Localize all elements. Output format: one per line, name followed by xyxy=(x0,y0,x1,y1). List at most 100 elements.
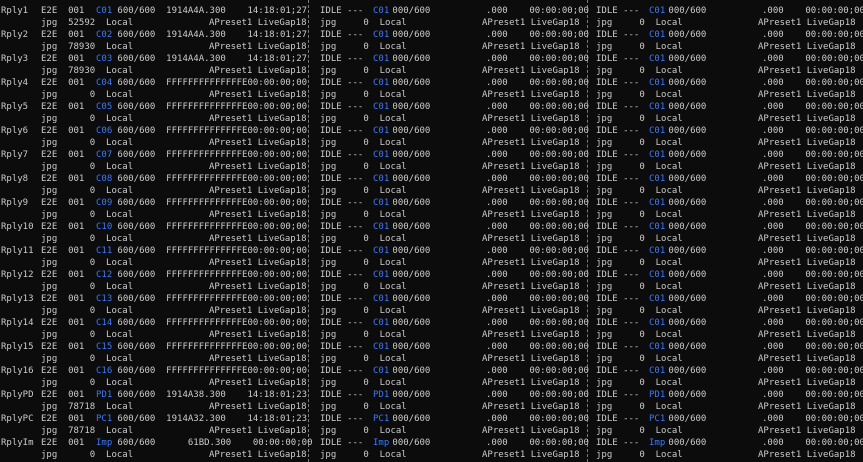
panel3-progress: 000/600 xyxy=(663,30,707,40)
panel3-timecode: .000 00:00:00;00 xyxy=(762,294,863,304)
panel1-status: E2E 001 xyxy=(41,294,96,304)
panel3-preset: APreset1 LiveGap18 xyxy=(758,210,856,220)
panel1-progress: 600/600 1914A4A.300 14:18:01;27 xyxy=(112,54,308,64)
panel3-progress: 000/600 xyxy=(663,318,707,328)
status-line: Rply16 E2E 001 C16 600/600 FFFFFFFFFFFFFF… xyxy=(0,365,863,377)
panel2-preset: APreset1 LiveGap18 xyxy=(482,18,580,28)
panel3-status: IDLE --- xyxy=(596,174,651,184)
panel3-progress: 000/600 xyxy=(663,198,707,208)
panel1-progress: 600/600 FFFFFFFFFFFFFFE00:00:00;00 xyxy=(112,342,308,352)
detail-line: jpg 78718 Local APreset1 LiveGap18 jpg 0 … xyxy=(0,425,863,437)
panel1-detail: jpg 0 Local APreset1 LiveGap18 xyxy=(41,162,307,172)
panel2-status: IDLE --- xyxy=(320,318,375,328)
panel3-timecode: .000 00:00:00;00 xyxy=(762,342,863,352)
panel3-timecode: .000 00:00:00;00 xyxy=(762,198,863,208)
panel2-progress: 000/600 xyxy=(387,294,431,304)
panel2-detail: jpg 0 Local xyxy=(320,114,407,124)
panel1-detail: jpg 0 Local APreset1 LiveGap18 xyxy=(41,90,307,100)
panel2-detail: jpg 0 Local xyxy=(320,402,407,412)
panel2-detail: jpg 0 Local xyxy=(320,42,407,52)
status-line: Rply2 E2E 001 C02 600/600 1914A4A.300 14:… xyxy=(0,29,863,41)
panel3-status: IDLE --- xyxy=(596,294,651,304)
panel2-detail: jpg 0 Local xyxy=(320,234,407,244)
panel3-status: IDLE --- xyxy=(596,270,651,280)
panel3-detail: jpg 0 Local xyxy=(596,18,683,28)
panel2-detail: jpg 0 Local xyxy=(320,18,407,28)
panel2-timecode: .000 00:00:00;00 xyxy=(486,318,589,328)
panel3-status: IDLE --- xyxy=(596,366,651,376)
panel3-preset: APreset1 LiveGap18 xyxy=(758,90,856,100)
panel2-preset: APreset1 LiveGap18 xyxy=(482,114,580,124)
panel3-progress: 000/600 xyxy=(663,54,707,64)
panel1-progress: 600/600 FFFFFFFFFFFFFFE00:00:00;00 xyxy=(112,198,308,208)
panel2-timecode: .000 00:00:00;00 xyxy=(486,222,589,232)
panel2-detail: jpg 0 Local xyxy=(320,162,407,172)
detail-line: jpg 0 Local APreset1 LiveGap18 jpg 0 Loca… xyxy=(0,305,863,317)
panel1-detail: jpg 78718 Local APreset1 LiveGap18 xyxy=(41,402,307,412)
panel1-status: E2E 001 xyxy=(41,246,96,256)
panel2-status: IDLE --- xyxy=(320,198,375,208)
panel1-clip-code: C08 xyxy=(96,174,113,184)
panel3-status: IDLE --- xyxy=(596,222,651,232)
panel1-clip-code: C01 xyxy=(96,6,113,16)
panel1-status: E2E 001 xyxy=(41,414,96,424)
replay-channel-label: Rply10 xyxy=(1,222,34,232)
replay-channel-label: RplyPC xyxy=(1,414,34,424)
panel1-clip-code: C03 xyxy=(96,54,113,64)
panel3-timecode: .000 00:00:00;00 xyxy=(762,54,863,64)
panel2-timecode: .000 00:00:00;00 xyxy=(486,78,589,88)
panel1-progress: 600/600 FFFFFFFFFFFFFFE00:00:00;00 xyxy=(112,102,308,112)
detail-line: jpg 78930 Local APreset1 LiveGap18 jpg 0 … xyxy=(0,41,863,53)
panel2-preset: APreset1 LiveGap18 xyxy=(482,66,580,76)
panel3-preset: APreset1 LiveGap18 xyxy=(758,138,856,148)
panel1-progress: 600/600 1914A38.300 14:18:01;23 xyxy=(112,390,308,400)
panel1-progress: 600/600 1914A32.300 14:18:01;23 xyxy=(112,414,308,424)
panel2-timecode: .000 00:00:00;00 xyxy=(486,198,589,208)
panel2-detail: jpg 0 Local xyxy=(320,138,407,148)
panel2-preset: APreset1 LiveGap18 xyxy=(482,402,580,412)
panel1-progress: 600/600 FFFFFFFFFFFFFFE00:00:00;00 xyxy=(112,222,308,232)
panel1-detail: jpg 78930 Local APreset1 LiveGap18 xyxy=(41,66,307,76)
panel2-timecode: .000 00:00:00;00 xyxy=(486,150,589,160)
panel3-progress: 000/600 xyxy=(663,438,707,448)
panel3-status: IDLE --- xyxy=(596,6,651,16)
panel2-progress: 000/600 xyxy=(387,318,431,328)
panel3-detail: jpg 0 Local xyxy=(596,90,683,100)
detail-line: jpg 52592 Local APreset1 LiveGap18 jpg 0 … xyxy=(0,17,863,29)
panel2-progress: 000/600 xyxy=(387,78,431,88)
panel3-detail: jpg 0 Local xyxy=(596,258,683,268)
panel3-preset: APreset1 LiveGap18 xyxy=(758,66,856,76)
panel1-detail: jpg 0 Local APreset1 LiveGap18 xyxy=(41,330,307,340)
panel3-status: IDLE --- xyxy=(596,30,651,40)
panel2-detail: jpg 0 Local xyxy=(320,282,407,292)
panel3-timecode: .000 00:00:00;00 xyxy=(762,126,863,136)
panel1-detail: jpg 52592 Local APreset1 LiveGap18 xyxy=(41,18,307,28)
replay-channel-label: Rply6 xyxy=(1,126,29,136)
panel2-timecode: .000 00:00:00;00 xyxy=(486,438,589,448)
status-line: Rply9 E2E 001 C09 600/600 FFFFFFFFFFFFFFE… xyxy=(0,197,863,209)
panel3-status: IDLE --- xyxy=(596,438,651,448)
status-line: Rply1 E2E 001 C01 600/600 1914A4A.300 14:… xyxy=(0,5,863,17)
panel1-status: E2E 001 xyxy=(41,6,96,16)
panel3-detail: jpg 0 Local xyxy=(596,186,683,196)
panel2-progress: 000/600 xyxy=(387,6,431,16)
panel1-detail: jpg 0 Local APreset1 LiveGap18 xyxy=(41,234,307,244)
panel1-progress: 600/600 1914A4A.300 14:18:01;27 xyxy=(112,6,308,16)
panel2-detail: jpg 0 Local xyxy=(320,330,407,340)
panel3-preset: APreset1 LiveGap18 xyxy=(758,330,856,340)
panel3-preset: APreset1 LiveGap18 xyxy=(758,258,856,268)
status-line: Rply5 E2E 001 C05 600/600 FFFFFFFFFFFFFFE… xyxy=(0,101,863,113)
panel1-status: E2E 001 xyxy=(41,150,96,160)
panel2-progress: 000/600 xyxy=(387,270,431,280)
panel1-progress: 600/600 FFFFFFFFFFFFFFE00:00:00;00 xyxy=(112,294,308,304)
panel2-preset: APreset1 LiveGap18 xyxy=(482,306,580,316)
panel3-preset: APreset1 LiveGap18 xyxy=(758,426,856,436)
status-line: RplyIm E2E 001 Imp 600/600 61BD.300 00:00… xyxy=(0,437,863,449)
terminal-window[interactable]: Rply1 E2E 001 C01 600/600 1914A4A.300 14:… xyxy=(0,0,863,462)
panel3-timecode: .000 00:00:00;00 xyxy=(762,390,863,400)
detail-line: jpg 0 Local APreset1 LiveGap18 jpg 0 Loca… xyxy=(0,281,863,293)
detail-line: jpg 0 Local APreset1 LiveGap18 jpg 0 Loca… xyxy=(0,89,863,101)
panel2-timecode: .000 00:00:00;00 xyxy=(486,174,589,184)
panel1-detail: jpg 0 Local APreset1 LiveGap18 xyxy=(41,258,307,268)
panel1-clip-code: C14 xyxy=(96,318,113,328)
